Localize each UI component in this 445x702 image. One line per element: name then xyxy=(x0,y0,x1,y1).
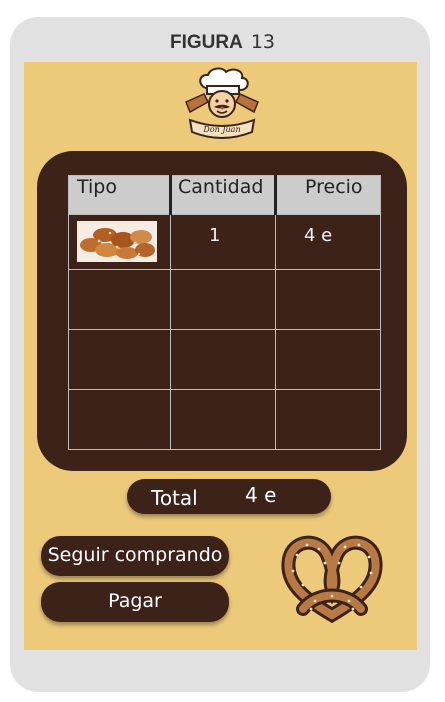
empty-cell xyxy=(275,268,381,330)
keep-shopping-button[interactable]: Seguir comprando xyxy=(41,536,229,576)
header-price: Precio xyxy=(274,175,381,215)
cart-table: Tipo Cantidad Precio 1 4 e xyxy=(68,175,381,451)
pretzel-icon xyxy=(281,535,383,624)
empty-cell xyxy=(68,388,171,451)
empty-cell xyxy=(68,328,171,390)
item-quantity xyxy=(171,270,275,280)
total-bar: Total 4 e xyxy=(127,479,331,514)
table-row xyxy=(68,328,381,390)
empty-cell xyxy=(68,268,171,330)
empty-cell xyxy=(275,388,381,451)
figure-caption: FIGURA 13 xyxy=(0,31,445,54)
item-price xyxy=(276,330,380,340)
item-price xyxy=(276,390,380,400)
empty-cell xyxy=(170,328,276,390)
pay-button[interactable]: Pagar xyxy=(41,582,229,622)
figure-label: FIGURA xyxy=(169,32,243,53)
chef-baker-logo: Don Juan xyxy=(185,67,259,139)
empty-cell xyxy=(275,328,381,390)
item-quantity xyxy=(171,330,275,340)
header-type: Tipo xyxy=(68,175,171,215)
item-price xyxy=(276,270,380,280)
item-price-cell: 4 e xyxy=(275,213,381,270)
table-row xyxy=(68,268,381,330)
item-type-cell xyxy=(68,213,171,270)
empty-cell xyxy=(170,268,276,330)
empty-cell xyxy=(170,388,276,451)
total-value: 4 e xyxy=(245,483,277,507)
total-label: Total xyxy=(151,486,198,510)
table-row: 1 4 e xyxy=(68,213,381,270)
header-quantity: Cantidad xyxy=(169,175,276,215)
logo-text: Don Juan xyxy=(202,125,240,134)
item-quantity xyxy=(171,390,275,400)
pastry-thumbnail xyxy=(77,220,157,262)
table-row xyxy=(68,388,381,451)
item-quantity: 1 xyxy=(209,224,221,246)
figure-number: 13 xyxy=(250,31,275,53)
item-price: 4 e xyxy=(304,224,333,246)
item-quantity-cell: 1 xyxy=(170,213,276,270)
